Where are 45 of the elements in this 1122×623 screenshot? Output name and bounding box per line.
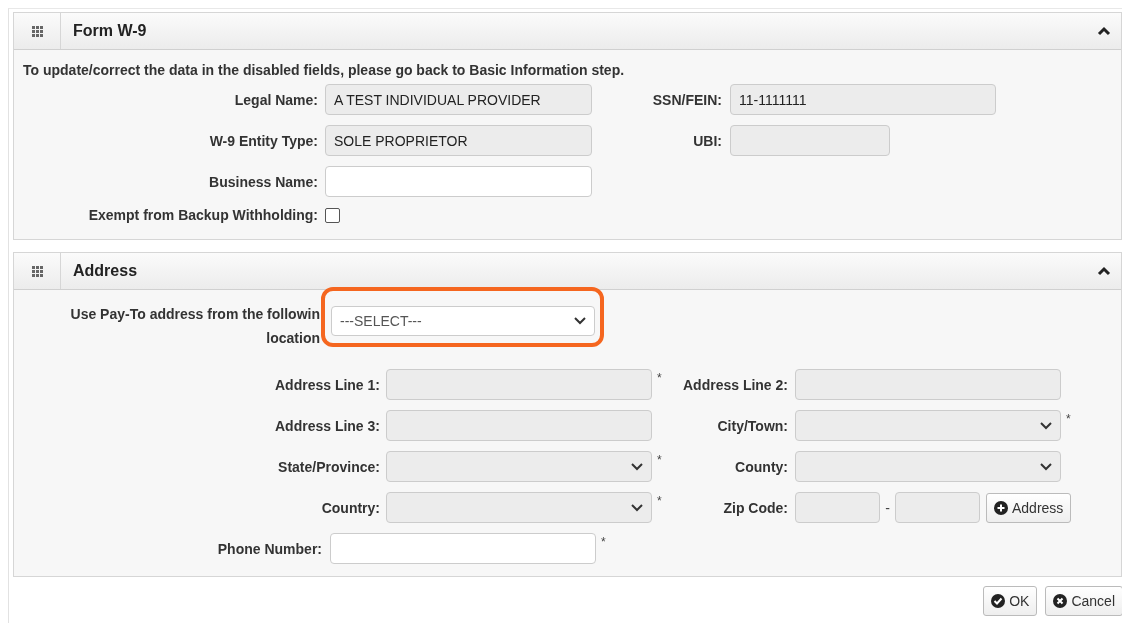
- text-field[interactable]: [330, 533, 596, 564]
- field-label: Zip Code:: [722, 499, 788, 516]
- panel-title: Form W-9: [73, 22, 148, 40]
- required-mark: *: [600, 535, 607, 549]
- zip-separator: -: [884, 499, 891, 516]
- field-label: W-9 Entity Type:: [208, 132, 318, 149]
- check-circle-icon: [991, 594, 1006, 608]
- field-label: Exempt from Backup Withholding:: [87, 207, 318, 223]
- field-label: Country:: [320, 499, 380, 516]
- field-label: Use Pay-To address from the followin location: [69, 305, 320, 348]
- required-mark: *: [656, 371, 663, 385]
- field-label: State/Province:: [277, 458, 380, 475]
- x-circle-icon: [1053, 594, 1068, 608]
- field-label: Legal Name:: [233, 91, 318, 108]
- text-field[interactable]: [325, 166, 592, 197]
- collapse-button[interactable]: [1097, 265, 1111, 277]
- chevron-icon: [1097, 265, 1111, 277]
- field-label: Address Line 2:: [681, 376, 788, 393]
- chevron-down-icon: [574, 317, 586, 325]
- required-mark: *: [656, 453, 663, 467]
- chevron-down-icon: [1040, 462, 1052, 471]
- notice-text: To update/correct the data in the disabled fields, please go back to Basic Information step.: [23, 62, 626, 78]
- field-label: Phone Number:: [216, 540, 322, 557]
- chevron-down-icon: [631, 462, 643, 471]
- field-label: Address Line 3:: [273, 417, 380, 434]
- field-label: UBI:: [692, 132, 722, 149]
- panel-title: Address: [73, 262, 139, 280]
- checkbox[interactable]: [325, 207, 340, 223]
- chevron-down-icon: [1040, 421, 1052, 430]
- grid-icon: [31, 265, 43, 277]
- required-mark: *: [1065, 412, 1072, 426]
- field-label: County:: [734, 458, 788, 475]
- chevron-down-icon: [631, 503, 643, 512]
- location-dropdown[interactable]: ---SELECT---: [331, 306, 595, 336]
- field-label: Business Name:: [208, 173, 318, 190]
- collapse-button[interactable]: [1097, 25, 1111, 37]
- plus-circle-icon: [994, 500, 1008, 515]
- ok-button[interactable]: OK: [983, 586, 1038, 616]
- grid-icon: [31, 25, 43, 37]
- chevron-icon: [1097, 25, 1111, 37]
- cancel-button[interactable]: Cancel: [1045, 586, 1122, 616]
- field-label: SSN/FEIN:: [651, 91, 722, 108]
- field-label: City/Town:: [716, 417, 788, 434]
- field-label: Address Line 1:: [273, 376, 380, 393]
- required-mark: *: [656, 494, 663, 508]
